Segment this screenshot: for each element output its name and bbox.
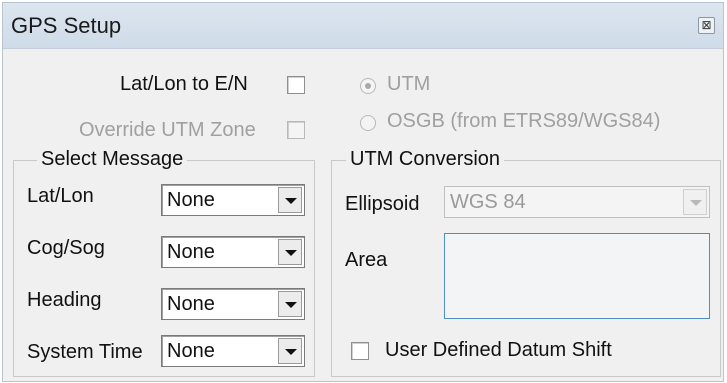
cogsog-message-label: Cog/Sog <box>27 237 105 259</box>
system-time-message-select[interactable]: None <box>161 335 305 367</box>
utm-conversion-title: UTM Conversion <box>346 148 505 171</box>
osgb-radio[interactable] <box>360 115 376 131</box>
window-title: GPS Setup <box>11 13 122 38</box>
latlon-message-value: None <box>167 189 215 211</box>
area-label: Area <box>345 249 388 271</box>
ellipsoid-value: WGS 84 <box>450 191 526 213</box>
close-icon[interactable]: ⊠ <box>698 17 715 34</box>
chevron-down-icon[interactable] <box>278 187 302 213</box>
override-utm-zone-label: Override UTM Zone <box>79 119 256 141</box>
area-textbox[interactable] <box>444 233 710 319</box>
title-bar: GPS Setup ⊠ <box>3 3 723 49</box>
chevron-down-icon[interactable] <box>278 338 302 364</box>
latlon-to-en-label: Lat/Lon to E/N <box>120 73 248 95</box>
latlon-message-label: Lat/Lon <box>27 185 94 207</box>
latlon-to-en-checkbox[interactable] <box>287 76 305 94</box>
heading-message-select[interactable]: None <box>161 288 305 320</box>
cogsog-message-value: None <box>167 241 215 263</box>
ellipsoid-select[interactable]: WGS 84 <box>444 186 710 218</box>
utm-radio-label: UTM <box>387 73 431 95</box>
gps-setup-dialog: GPS Setup ⊠ Lat/Lon to E/N Override UTM … <box>2 2 724 382</box>
heading-message-label: Heading <box>27 289 102 311</box>
heading-message-value: None <box>167 293 215 315</box>
latlon-message-select[interactable]: None <box>161 184 305 216</box>
chevron-down-icon[interactable] <box>683 189 707 215</box>
ellipsoid-label: Ellipsoid <box>345 193 420 215</box>
select-message-title: Select Message <box>37 148 188 171</box>
system-time-message-label: System Time <box>27 341 143 363</box>
chevron-down-icon[interactable] <box>278 291 302 317</box>
osgb-radio-label: OSGB (from ETRS89/WGS84) <box>387 110 661 132</box>
chevron-down-icon[interactable] <box>278 239 302 265</box>
utm-radio[interactable] <box>360 78 376 94</box>
radio-selected-dot <box>365 83 371 89</box>
system-time-message-value: None <box>167 340 215 362</box>
cogsog-message-select[interactable]: None <box>161 236 305 268</box>
user-defined-datum-shift-label: User Defined Datum Shift <box>385 339 612 361</box>
override-utm-zone-checkbox[interactable] <box>287 121 305 139</box>
user-defined-datum-shift-checkbox[interactable] <box>351 342 369 360</box>
